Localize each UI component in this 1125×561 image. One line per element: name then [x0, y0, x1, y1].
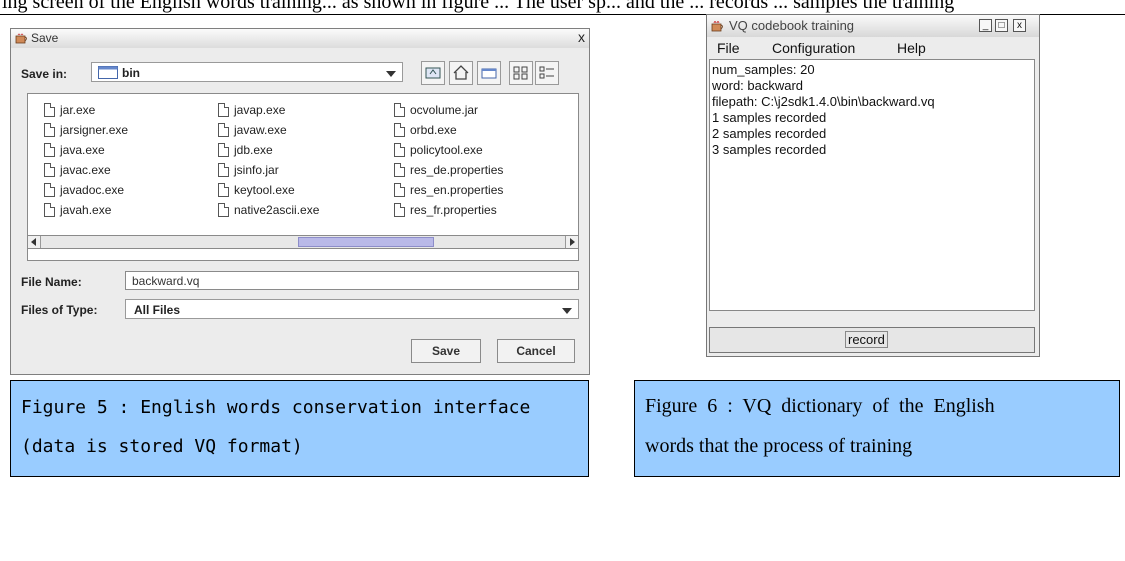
vq-training-window: VQ codebook training _ □ x File Configur… [706, 14, 1040, 357]
menu-bar: File Configuration Help [707, 37, 1039, 57]
file-name-value: backward.vq [132, 274, 200, 288]
file-icon [218, 123, 229, 137]
file-name-input[interactable]: backward.vq [125, 271, 579, 290]
file-icon [44, 123, 55, 137]
file-icon [44, 103, 55, 117]
save-in-select[interactable]: bin [91, 62, 403, 82]
top-text-line: ing screen of the English words training… [0, 0, 1125, 15]
horizontal-scrollbar[interactable] [27, 235, 579, 249]
file-icon [44, 203, 55, 217]
java-cup-icon [15, 33, 27, 44]
new-folder-button[interactable] [477, 61, 501, 85]
file-icon [44, 143, 55, 157]
output-line: num_samples: 20 [712, 62, 815, 77]
figure-6-caption: Figure 6 : VQ dictionary of the English … [634, 380, 1120, 477]
details-view-icon [539, 66, 554, 79]
figure-5-caption-line1: Figure 5 : English words conservation in… [21, 397, 531, 418]
file-icon [394, 163, 405, 177]
home-button[interactable] [449, 61, 473, 85]
figure-5-caption: Figure 5 : English words conservation in… [10, 380, 589, 477]
save-dialog: Save x Save in: bin jar.exe jarsigner.ex… [10, 28, 590, 375]
java-cup-icon [711, 21, 723, 32]
close-icon[interactable]: x [578, 29, 585, 45]
vq-titlebar: VQ codebook training _ □ x [707, 15, 1039, 37]
file-icon [44, 183, 55, 197]
file-icon [394, 183, 405, 197]
save-button[interactable]: Save [411, 339, 481, 363]
minimize-icon[interactable]: _ [979, 19, 992, 32]
files-of-type-select[interactable]: All Files [125, 299, 579, 319]
figure-6-caption-line2: words that the process of training [645, 435, 913, 457]
output-line: 2 samples recorded [712, 126, 827, 141]
details-view-button[interactable] [535, 61, 559, 85]
menu-help[interactable]: Help [897, 40, 926, 56]
maximize-icon[interactable]: □ [995, 19, 1008, 32]
file-icon [218, 143, 229, 157]
file-icon [394, 103, 405, 117]
save-in-label: Save in: [21, 67, 68, 81]
file-icon [218, 183, 229, 197]
figure-6-caption-line1: Figure 6 : VQ dictionary of the English [645, 395, 995, 417]
cancel-button[interactable]: Cancel [497, 339, 575, 363]
figure-5-caption-line2: (data is stored VQ format) [21, 436, 303, 457]
save-dialog-title: Save [31, 31, 59, 45]
output-text-area[interactable]: num_samples: 20 word: backward filepath:… [709, 59, 1035, 311]
file-icon [218, 163, 229, 177]
files-of-type-label: Files of Type: [21, 303, 98, 317]
up-folder-button[interactable] [421, 61, 445, 85]
chevron-down-icon [386, 71, 396, 77]
scroll-right-icon[interactable] [565, 236, 578, 248]
home-icon [453, 65, 469, 80]
new-folder-icon [481, 68, 497, 79]
chevron-down-icon [562, 308, 572, 314]
save-in-value: bin [122, 66, 140, 80]
files-of-type-value: All Files [134, 303, 181, 317]
record-button[interactable]: record [845, 331, 888, 348]
top-text: ing screen of the English words training… [2, 0, 955, 13]
scroll-left-icon[interactable] [28, 236, 41, 248]
file-icon [218, 103, 229, 117]
menu-configuration[interactable]: Configuration [772, 40, 855, 56]
file-name-label: File Name: [21, 275, 82, 289]
list-view-button[interactable] [509, 61, 533, 85]
record-bar: record [709, 327, 1035, 353]
file-icon [44, 163, 55, 177]
scroll-thumb[interactable] [298, 237, 434, 247]
list-view-icon [513, 66, 528, 80]
file-icon [394, 203, 405, 217]
file-icon [394, 123, 405, 137]
save-dialog-titlebar: Save x [11, 29, 589, 48]
output-line: word: backward [712, 78, 804, 93]
output-line: 3 samples recorded [712, 142, 827, 157]
folder-icon [98, 66, 118, 79]
file-icon [218, 203, 229, 217]
up-folder-icon [425, 67, 441, 79]
menu-file[interactable]: File [717, 40, 740, 56]
file-icon [394, 143, 405, 157]
output-line: 1 samples recorded [712, 110, 827, 125]
output-line: filepath: C:\j2sdk1.4.0\bin\backward.vq [712, 94, 935, 109]
vq-window-title: VQ codebook training [729, 18, 855, 33]
close-icon[interactable]: x [1013, 19, 1026, 32]
